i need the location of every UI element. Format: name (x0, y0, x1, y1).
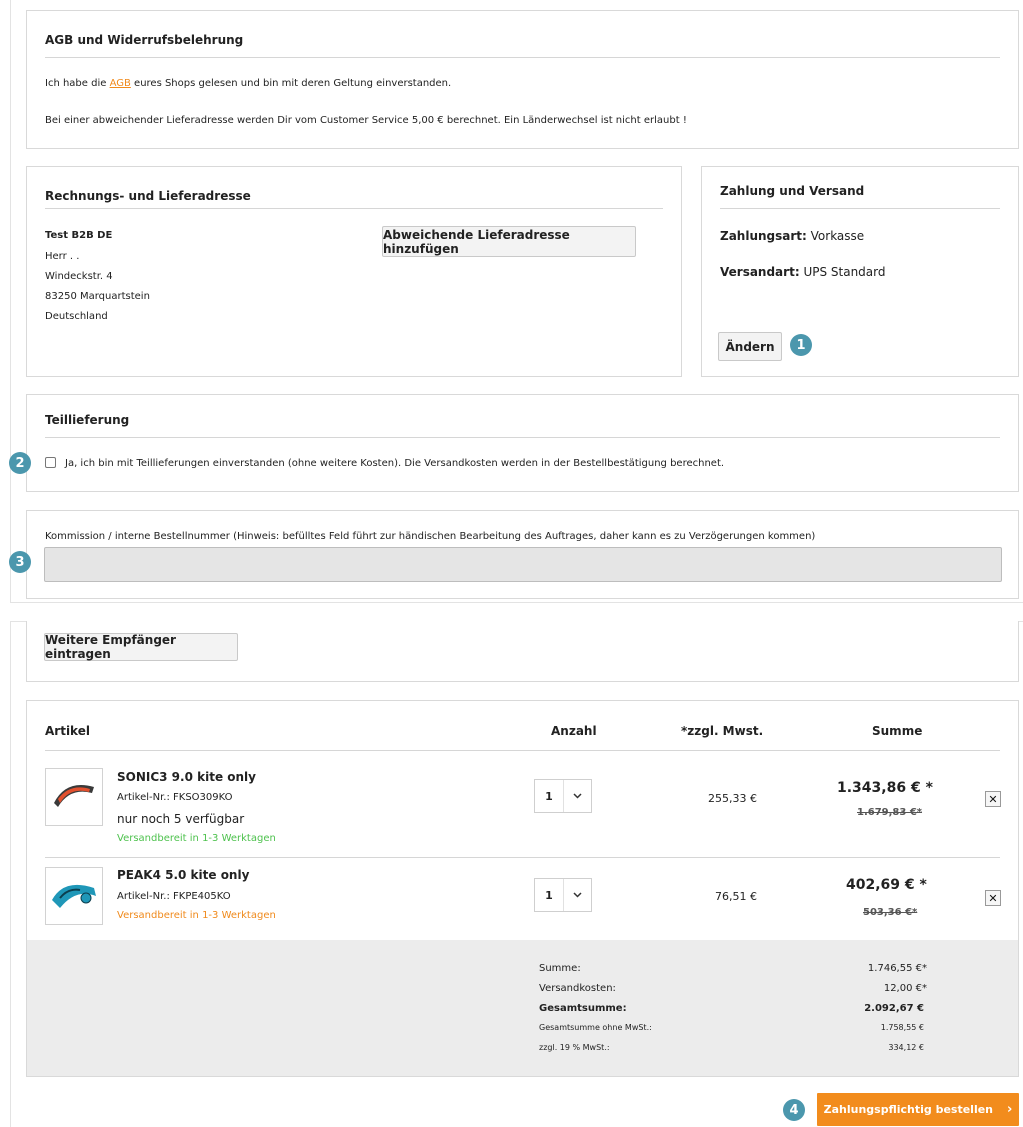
divider (720, 208, 1000, 209)
agb-panel: AGB und Widerrufsbelehrung Ich habe die … (26, 10, 1019, 149)
summary-sum-value: 1.746,55 €* (867, 963, 927, 974)
old-price-sonic3: 1.679,83 €* (857, 807, 923, 818)
divider (45, 857, 1000, 858)
partial-delivery-checkbox[interactable] (45, 457, 56, 468)
tax-peak4: 76,51 € (715, 890, 757, 903)
commission-panel: Kommission / interne Bestellnummer (Hinw… (26, 510, 1019, 599)
divider (45, 437, 1000, 438)
old-price-peak4: 503,36 €* (863, 907, 918, 918)
partial-delivery-label: Ja, ich bin mit Teillieferungen einverst… (65, 458, 725, 469)
payment-shipping-panel: Zahlung und Versand Zahlungsart: Vorkass… (701, 166, 1019, 377)
annotation-badge-3: 3 (9, 551, 31, 573)
quantity-select-peak4[interactable]: 1 (534, 878, 592, 912)
chevron-down-icon (564, 879, 591, 911)
order-summary: Summe: 1.746,55 €* Versandkosten: 12,00 … (27, 940, 1018, 1076)
header-sum: Summe (872, 724, 923, 738)
delivery-address-fee-note: Bei einer abweichender Lieferadresse wer… (45, 115, 687, 126)
address-name: Test B2B DE (45, 230, 113, 241)
place-order-button[interactable]: Zahlungspflichtig bestellen › (817, 1093, 1019, 1126)
tax-sonic3: 255,33 € (708, 792, 757, 805)
remove-item-button-peak4[interactable]: ✕ (985, 890, 1001, 906)
chevron-down-icon (564, 780, 591, 812)
agb-link[interactable]: AGB (110, 78, 131, 89)
divider (45, 57, 1000, 58)
price-sonic3: 1.343,86 € * (837, 780, 933, 796)
partial-delivery-panel: Teillieferung Ja, ich bin mit Teilliefer… (26, 394, 1019, 492)
commission-input[interactable] (44, 547, 1002, 582)
shipping-method: Versandart: UPS Standard (720, 265, 885, 279)
agb-text-suffix: eures Shops gelesen und bin mit deren Ge… (130, 78, 452, 89)
address-country: Deutschland (45, 311, 108, 322)
header-tax: *zzgl. Mwst. (681, 724, 764, 738)
quantity-value: 1 (535, 780, 564, 812)
agb-title: AGB und Widerrufsbelehrung (45, 33, 244, 47)
agb-text-prefix: Ich habe die (45, 78, 110, 89)
summary-total-value: 2.092,67 € (864, 1003, 924, 1014)
annotation-badge-4: 4 (783, 1099, 805, 1121)
delivery-status-peak4: Versandbereit in 1-3 Werktagen (117, 910, 276, 921)
add-recipients-button[interactable]: Weitere Empfänger eintragen (44, 633, 238, 661)
summary-vat-value: 334,12 € (888, 1043, 924, 1052)
payment-method: Zahlungsart: Vorkasse (720, 229, 864, 243)
product-image-peak4[interactable] (45, 867, 103, 925)
product-name-sonic3[interactable]: SONIC3 9.0 kite only (117, 770, 256, 784)
summary-net-value: 1.758,55 € (880, 1023, 924, 1032)
add-delivery-address-button[interactable]: Abweichende Lieferadresse hinzufügen (382, 226, 636, 257)
recipients-panel: Weitere Empfänger eintragen (26, 621, 1019, 682)
product-sku-sonic3: Artikel-Nr.: FKSO309KO (117, 792, 233, 803)
annotation-badge-1: 1 (790, 334, 812, 356)
shipping-method-value: UPS Standard (799, 265, 886, 279)
summary-net-label: Gesamtsumme ohne MwSt.: (539, 1023, 652, 1032)
change-payment-button[interactable]: Ändern (718, 332, 782, 361)
kite-icon (54, 785, 94, 807)
header-article: Artikel (45, 724, 90, 738)
address-panel: Rechnungs- und Lieferadresse Test B2B DE… (26, 166, 682, 377)
shipping-method-label: Versandart: (720, 265, 800, 279)
summary-shipping-value: 12,00 €* (883, 983, 927, 994)
summary-total-label: Gesamtsumme: (539, 1003, 627, 1014)
partial-delivery-title: Teillieferung (45, 413, 130, 427)
payment-method-value: Vorkasse (806, 229, 865, 243)
quantity-select-sonic3[interactable]: 1 (534, 779, 592, 813)
address-city: 83250 Marquartstein (45, 291, 150, 302)
product-stock-sonic3: nur noch 5 verfügbar (117, 812, 245, 826)
divider (45, 208, 663, 209)
quantity-value: 1 (535, 879, 564, 911)
place-order-label: Zahlungspflichtig bestellen (823, 1103, 994, 1116)
kite-icon (52, 884, 96, 908)
agb-consent-text: Ich habe die AGB eures Shops gelesen und… (45, 78, 451, 89)
price-peak4: 402,69 € * (846, 877, 927, 893)
product-sku-peak4: Artikel-Nr.: FKPE405KO (117, 891, 231, 902)
annotation-badge-2: 2 (9, 452, 31, 474)
address-title: Rechnungs- und Lieferadresse (45, 189, 251, 203)
header-quantity: Anzahl (551, 724, 597, 738)
payment-method-label: Zahlungsart: (720, 229, 807, 243)
chevron-right-icon: › (1007, 1102, 1013, 1117)
summary-sum-label: Summe: (539, 963, 581, 974)
address-salutation: Herr . . (45, 251, 80, 262)
address-street: Windeckstr. 4 (45, 271, 113, 282)
product-image-sonic3[interactable] (45, 768, 103, 826)
summary-vat-label: zzgl. 19 % MwSt.: (539, 1043, 610, 1052)
product-name-peak4[interactable]: PEAK4 5.0 kite only (117, 868, 249, 882)
remove-item-button-sonic3[interactable]: ✕ (985, 791, 1001, 807)
delivery-status-sonic3: Versandbereit in 1-3 Werktagen (117, 833, 276, 844)
commission-label: Kommission / interne Bestellnummer (Hinw… (45, 531, 816, 542)
summary-shipping-label: Versandkosten: (539, 983, 616, 994)
divider (45, 750, 1000, 751)
payment-title: Zahlung und Versand (720, 184, 865, 198)
cart-panel: Artikel Anzahl *zzgl. Mwst. Summe SONIC3… (26, 700, 1019, 1077)
